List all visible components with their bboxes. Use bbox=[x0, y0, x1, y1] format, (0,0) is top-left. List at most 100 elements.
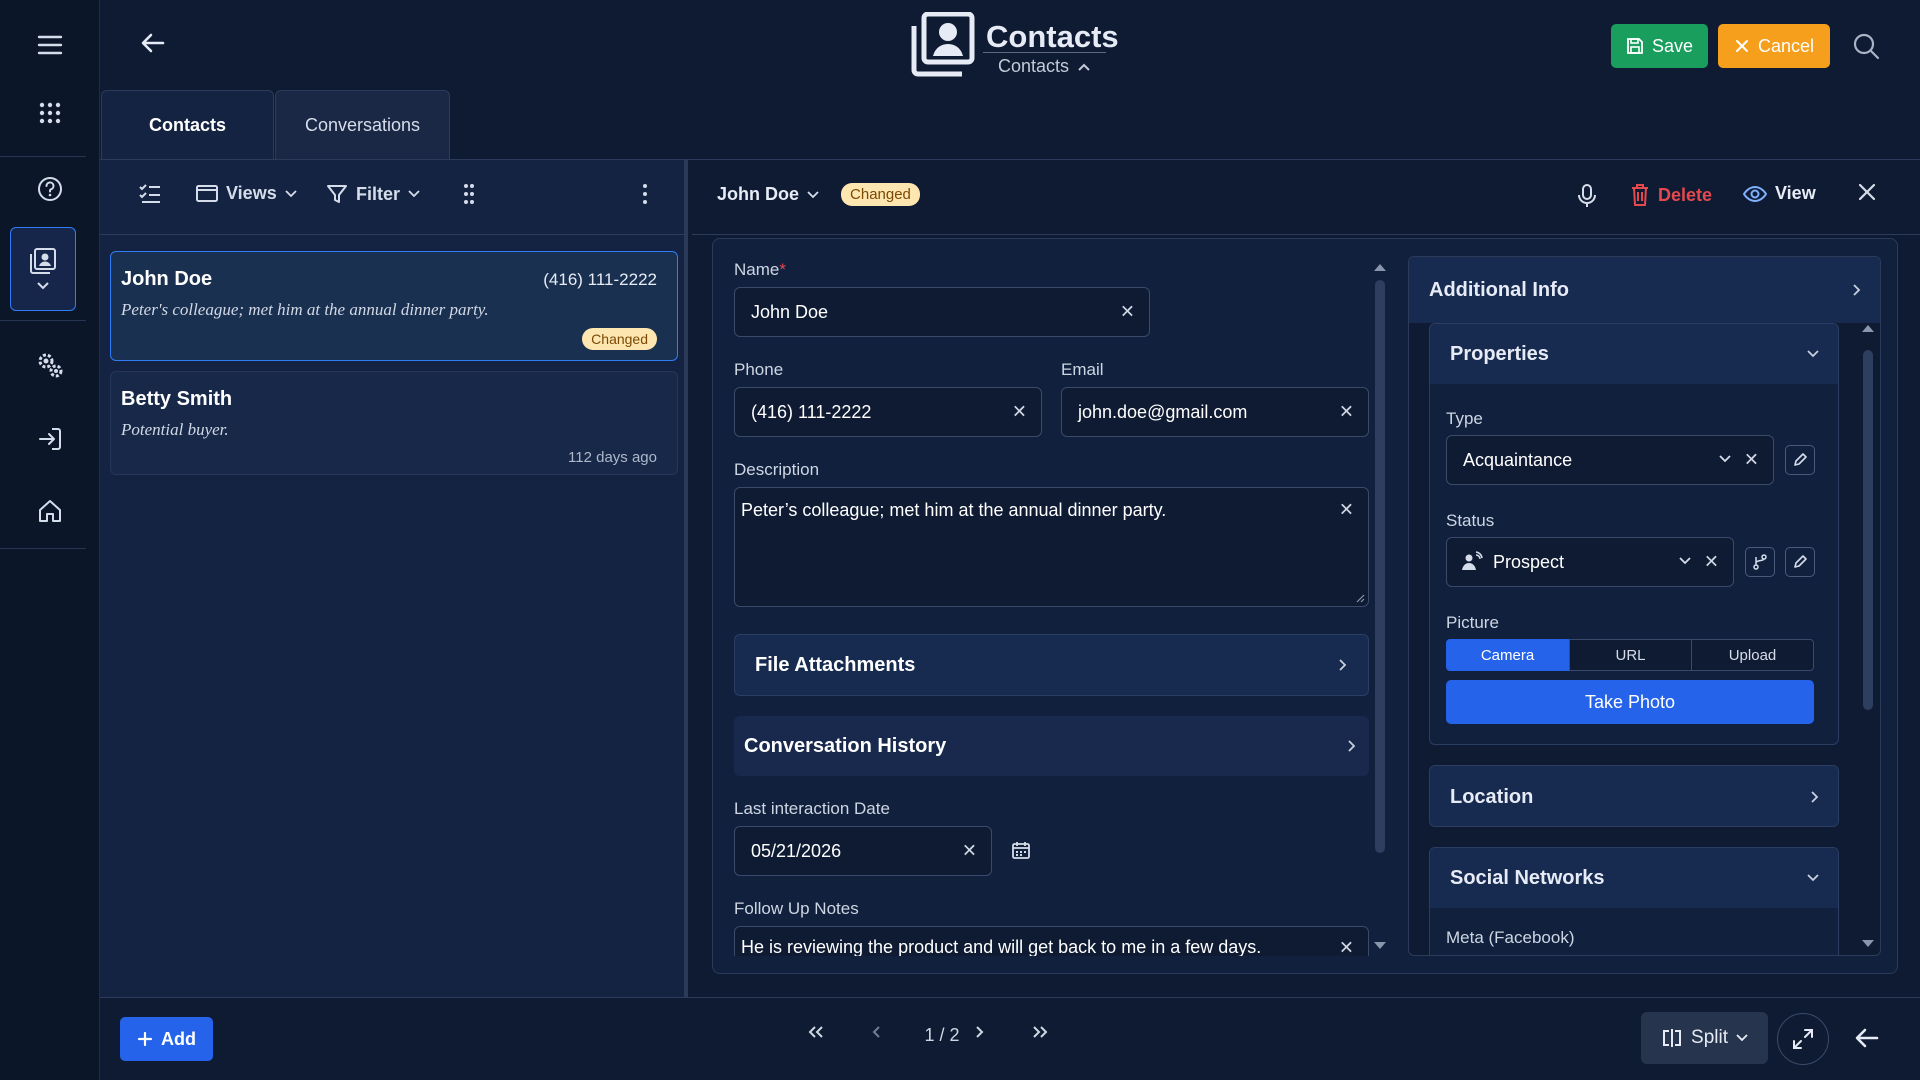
contacts-book-icon bbox=[30, 248, 56, 274]
follow-up-notes-textarea[interactable]: He is reviewing the product and will get… bbox=[734, 926, 1369, 956]
follow-up-label: Follow Up Notes bbox=[734, 899, 859, 918]
list-item[interactable]: Betty Smith Potential buyer. 112 days ag… bbox=[110, 371, 678, 475]
additional-info-header[interactable]: Additional Info bbox=[1409, 257, 1880, 323]
list-item[interactable]: John Doe (416) 111-2222 Peter's colleagu… bbox=[110, 251, 678, 361]
description-label: Description bbox=[734, 460, 820, 479]
clear-icon[interactable]: ✕ bbox=[1012, 402, 1027, 423]
contacts-module-button[interactable] bbox=[10, 227, 76, 311]
type-select[interactable]: Acquaintance ✕ bbox=[1446, 435, 1774, 485]
previous-page-button[interactable] bbox=[864, 1025, 888, 1039]
status-select[interactable]: Prospect ✕ bbox=[1446, 537, 1734, 587]
description-value: Peter’s colleague; met him at the annual… bbox=[741, 500, 1167, 520]
plus-icon bbox=[137, 1031, 153, 1047]
calendar-icon[interactable] bbox=[1011, 840, 1031, 860]
trash-icon bbox=[1632, 184, 1648, 206]
clear-icon[interactable]: ✕ bbox=[1339, 500, 1354, 521]
status-workflow-button[interactable] bbox=[1745, 547, 1775, 577]
save-button[interactable]: Save bbox=[1611, 24, 1708, 68]
scroll-up-arrow[interactable] bbox=[1373, 262, 1387, 272]
picture-tab-camera[interactable]: Camera bbox=[1446, 639, 1569, 671]
location-section[interactable]: Location bbox=[1429, 765, 1839, 827]
back-arrow-icon[interactable] bbox=[138, 28, 168, 58]
views-menu-button[interactable]: Views bbox=[196, 183, 297, 204]
take-photo-label: Take Photo bbox=[1584, 691, 1676, 712]
scroll-up-arrow[interactable] bbox=[1861, 323, 1875, 333]
additional-info-label: Additional Info bbox=[1429, 278, 1569, 301]
scroll-down-arrow[interactable] bbox=[1373, 941, 1387, 951]
drag-handle-icon[interactable] bbox=[463, 183, 475, 205]
hamburger-menu-icon[interactable] bbox=[0, 10, 100, 80]
filter-menu-button[interactable]: Filter bbox=[326, 183, 420, 205]
microphone-button[interactable] bbox=[1577, 183, 1597, 209]
chevron-down-icon bbox=[807, 190, 819, 198]
chevron-right-icon bbox=[1339, 659, 1347, 671]
select-mode-button[interactable] bbox=[138, 183, 162, 205]
name-field[interactable]: John Doe ✕ bbox=[734, 287, 1150, 337]
clear-icon[interactable]: ✕ bbox=[1744, 450, 1759, 471]
last-interaction-value: 05/21/2026 bbox=[751, 840, 842, 861]
last-interaction-date-field[interactable]: 05/21/2026 ✕ bbox=[734, 826, 992, 876]
close-detail-button[interactable] bbox=[1858, 183, 1876, 201]
chevron-down-icon bbox=[1719, 455, 1731, 463]
module-switcher-label: Contacts bbox=[998, 56, 1070, 76]
last-interaction-label: Last interaction Date bbox=[734, 799, 890, 818]
double-chevron-left-icon bbox=[808, 1026, 823, 1038]
picture-tab-url[interactable]: URL bbox=[1569, 639, 1692, 671]
first-page-button[interactable] bbox=[804, 1025, 828, 1039]
expand-arrows-icon bbox=[1793, 1029, 1813, 1049]
more-options-icon[interactable] bbox=[642, 183, 648, 205]
social-networks-section: Social Networks Meta (Facebook) bbox=[1429, 847, 1839, 955]
picture-tab-upload[interactable]: Upload bbox=[1691, 639, 1814, 671]
apps-grid-icon[interactable] bbox=[0, 78, 100, 148]
edit-type-button[interactable] bbox=[1785, 445, 1815, 475]
scroll-down-arrow[interactable] bbox=[1861, 939, 1875, 949]
email-field[interactable]: john.doe@gmail.com ✕ bbox=[1061, 387, 1369, 437]
conversation-history-section[interactable]: Conversation History bbox=[734, 716, 1369, 776]
properties-header[interactable]: Properties bbox=[1430, 324, 1838, 384]
module-switcher[interactable]: Contacts bbox=[998, 56, 1091, 77]
list-item-phone: (416) 111-2222 bbox=[543, 270, 657, 289]
next-page-button[interactable] bbox=[968, 1025, 992, 1039]
file-attachments-section[interactable]: File Attachments bbox=[734, 634, 1369, 696]
clear-icon[interactable]: ✕ bbox=[962, 841, 977, 862]
settings-gears-icon[interactable] bbox=[0, 330, 100, 400]
expand-button[interactable] bbox=[1777, 1013, 1829, 1065]
clear-icon[interactable]: ✕ bbox=[1339, 938, 1354, 957]
floppy-disk-icon bbox=[1627, 38, 1643, 54]
email-label: Email bbox=[1061, 360, 1104, 379]
view-button[interactable]: View bbox=[1743, 183, 1816, 204]
add-button[interactable]: Add bbox=[120, 1017, 213, 1061]
tab-conversations[interactable]: Conversations bbox=[275, 90, 450, 160]
cancel-button[interactable]: Cancel bbox=[1718, 24, 1830, 68]
file-attachments-label: File Attachments bbox=[755, 653, 916, 676]
form-scrollbar[interactable] bbox=[1375, 280, 1385, 853]
status-label: Status bbox=[1446, 511, 1495, 530]
delete-button[interactable]: Delete bbox=[1630, 183, 1712, 207]
split-view-button[interactable]: Split bbox=[1641, 1012, 1768, 1064]
social-networks-header[interactable]: Social Networks bbox=[1430, 848, 1838, 908]
list-item-time: 112 days ago bbox=[568, 449, 657, 466]
sign-in-icon[interactable] bbox=[0, 404, 100, 474]
edit-status-button[interactable] bbox=[1785, 547, 1815, 577]
search-button[interactable] bbox=[1848, 28, 1884, 64]
record-selector[interactable]: John Doe Changed bbox=[717, 183, 920, 206]
description-textarea[interactable]: Peter’s colleague; met him at the annual… bbox=[734, 487, 1369, 607]
meta-facebook-label: Meta (Facebook) bbox=[1446, 928, 1575, 947]
help-icon[interactable] bbox=[0, 154, 100, 224]
phone-label: Phone bbox=[734, 360, 784, 379]
clear-icon[interactable]: ✕ bbox=[1339, 402, 1354, 423]
take-photo-button[interactable]: Take Photo bbox=[1446, 680, 1814, 724]
prospect-users-icon bbox=[1462, 551, 1483, 570]
last-page-button[interactable] bbox=[1028, 1025, 1052, 1039]
tab-contacts[interactable]: Contacts bbox=[101, 90, 274, 160]
phone-field[interactable]: (416) 111-2222 ✕ bbox=[734, 387, 1042, 437]
picture-tab-upload-label: Upload bbox=[1728, 646, 1777, 664]
picture-tab-url-label: URL bbox=[1615, 646, 1646, 664]
clear-icon[interactable]: ✕ bbox=[1704, 552, 1719, 573]
collapse-arrow-icon[interactable] bbox=[1853, 1024, 1881, 1052]
home-icon[interactable] bbox=[0, 476, 100, 546]
clear-icon[interactable]: ✕ bbox=[1120, 302, 1135, 323]
page-title: Contacts bbox=[986, 18, 1119, 54]
resize-handle-icon[interactable] bbox=[1355, 593, 1365, 603]
side-scrollbar[interactable] bbox=[1863, 350, 1873, 710]
